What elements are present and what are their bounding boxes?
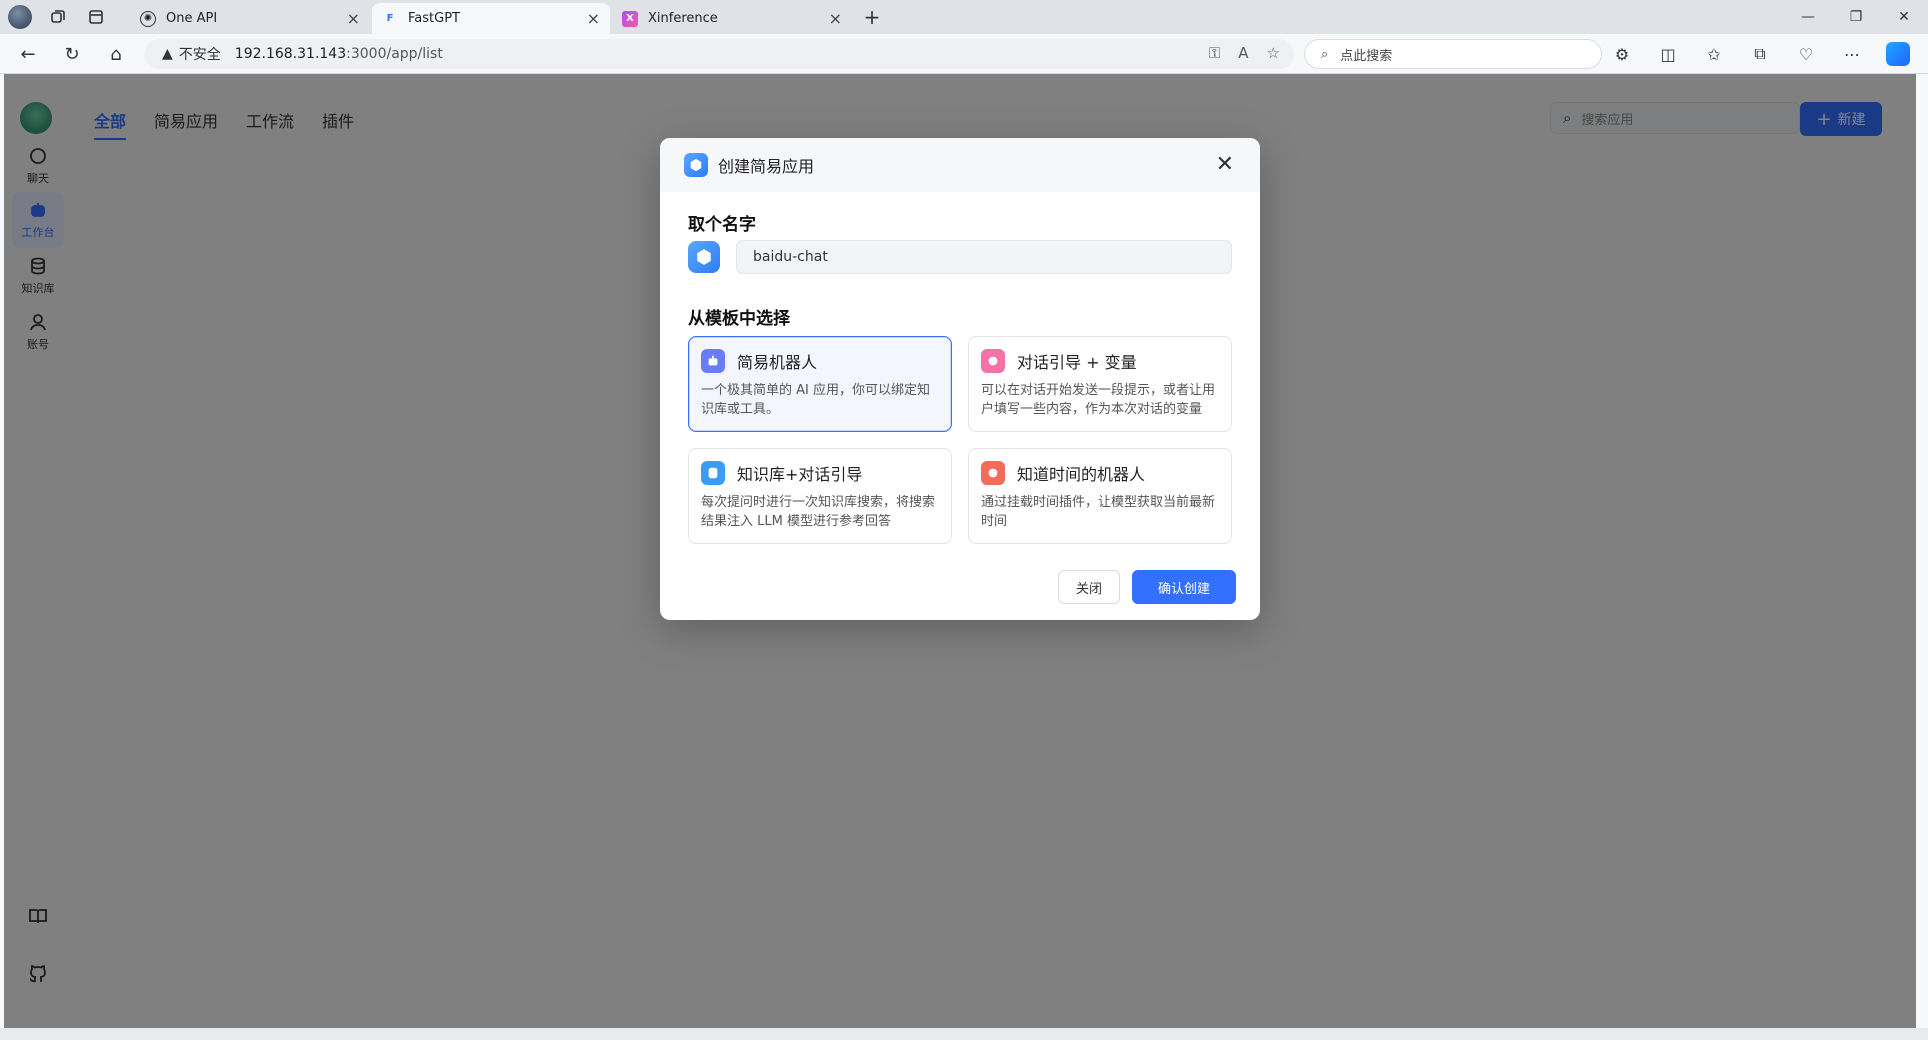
extensions-icon[interactable]: ⚙	[1610, 45, 1634, 64]
security-warning[interactable]: ▲ 不安全	[162, 44, 221, 64]
database-icon	[701, 461, 725, 485]
app-avatar-icon[interactable]	[688, 241, 720, 273]
favorites-icon[interactable]: ✩	[1702, 45, 1726, 64]
confirm-create-button[interactable]: 确认创建	[1132, 570, 1236, 604]
performance-icon[interactable]: ♡	[1794, 45, 1818, 64]
clock-icon	[981, 461, 1005, 485]
favorite-star-icon[interactable]: ☆	[1267, 44, 1280, 62]
tab-xinference[interactable]: X Xinference ×	[612, 3, 852, 34]
home-icon[interactable]: ⌂	[104, 42, 128, 66]
template-section-title: 从模板中选择	[688, 309, 790, 329]
tab-actions-icon[interactable]	[84, 5, 108, 29]
search-icon: ⌕	[1321, 46, 1329, 62]
copilot-icon[interactable]	[1886, 42, 1910, 66]
template-simple-bot[interactable]: 简易机器人 一个极其简单的 AI 应用，你可以绑定知识库或工具。	[688, 336, 952, 432]
restore-icon[interactable]: ❐	[1832, 0, 1880, 34]
name-section-title: 取个名字	[688, 215, 756, 235]
minimize-icon[interactable]: —	[1784, 0, 1832, 34]
workspaces-icon[interactable]	[46, 5, 70, 29]
browser-tab-bar: ✺ One API × F FastGPT × X Xinference × +…	[0, 0, 1928, 34]
split-screen-icon[interactable]: ◫	[1656, 45, 1680, 64]
tab-one-api[interactable]: ✺ One API ×	[130, 3, 370, 34]
cube-icon	[684, 153, 708, 177]
modal-title: 创建简易应用	[718, 157, 815, 176]
new-tab-icon[interactable]: +	[860, 5, 884, 29]
name-row: baidu-chat	[688, 240, 1232, 274]
browser-search-box[interactable]: ⌕ 点此搜索	[1304, 39, 1602, 69]
more-icon[interactable]: ⋯	[1840, 45, 1864, 64]
chat-bubble-icon	[981, 349, 1005, 373]
bottom-strip	[0, 1028, 1928, 1040]
close-icon[interactable]: ×	[347, 9, 360, 28]
read-aloud-icon[interactable]: A	[1238, 44, 1248, 62]
url-field[interactable]: ▲ 不安全 192.168.31.143:3000/app/list ⚿ A ☆	[144, 39, 1294, 69]
create-simple-app-modal: 创建简易应用 ✕ 取个名字 baidu-chat 从模板中选择 简易机器人 一个…	[660, 138, 1260, 620]
template-guide-variables[interactable]: 对话引导 + 变量 可以在对话开始发送一段提示，或者让用户填写一些内容，作为本次…	[968, 336, 1232, 432]
tab-title: Xinference	[648, 11, 718, 26]
window-close-icon[interactable]: ✕	[1880, 0, 1928, 34]
template-knowledge-guide[interactable]: 知识库+对话引导 每次提问时进行一次知识库搜索，将搜索结果注入 LLM 模型进行…	[688, 448, 952, 544]
key-icon[interactable]: ⚿	[1209, 44, 1220, 62]
address-bar-row: ← ↻ ⌂ ▲ 不安全 192.168.31.143:3000/app/list…	[0, 34, 1928, 74]
tab-fastgpt[interactable]: F FastGPT ×	[372, 3, 610, 34]
template-time-bot[interactable]: 知道时间的机器人 通过挂载时间插件，让模型获取当前最新时间	[968, 448, 1232, 544]
openai-icon: ✺	[140, 10, 156, 27]
robot-icon	[701, 349, 725, 373]
url-text: 192.168.31.143:3000/app/list	[234, 46, 443, 62]
close-icon[interactable]: ✕	[1216, 154, 1234, 176]
modal-header: 创建简易应用	[660, 138, 1260, 192]
back-icon[interactable]: ←	[16, 42, 40, 66]
collections-icon[interactable]: ⧉	[1748, 44, 1772, 64]
close-icon[interactable]: ×	[587, 9, 600, 28]
tab-title: FastGPT	[408, 11, 460, 26]
warning-icon: ▲	[162, 46, 173, 62]
app-name-input[interactable]: baidu-chat	[736, 240, 1232, 274]
close-button[interactable]: 关闭	[1058, 570, 1120, 604]
xinference-icon: X	[622, 10, 638, 27]
refresh-icon[interactable]: ↻	[60, 42, 84, 66]
fastgpt-icon: F	[386, 13, 394, 24]
profile-avatar[interactable]	[8, 5, 32, 29]
tab-title: One API	[166, 11, 218, 26]
close-icon[interactable]: ×	[829, 9, 842, 28]
